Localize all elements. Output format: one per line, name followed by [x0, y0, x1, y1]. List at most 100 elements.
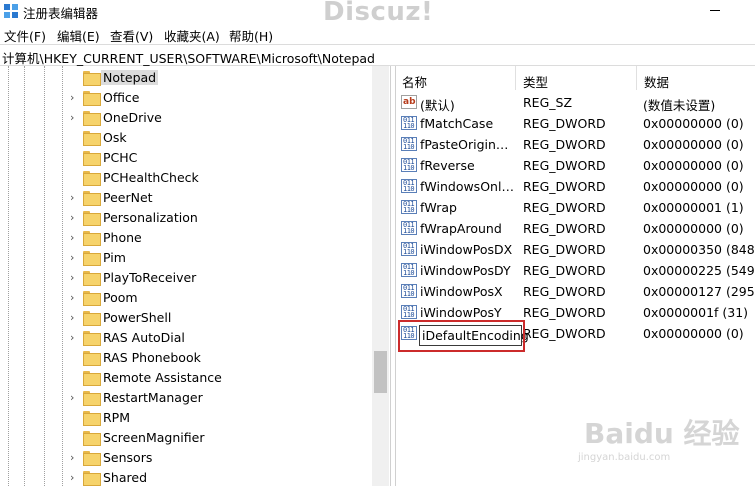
chevron-right-icon[interactable]: ›	[70, 211, 80, 225]
dword-value-icon: 011 110	[401, 158, 417, 172]
tree-item[interactable]: › PowerShell	[70, 308, 370, 328]
value-row[interactable]: 011 110 iWindowPosDY REG_DWORD 0x00000225…	[396, 260, 755, 281]
tree-item[interactable]: › Personalization	[70, 208, 370, 228]
dword-value-icon: 011 110	[401, 116, 417, 130]
folder-icon	[83, 351, 101, 366]
folder-icon	[83, 391, 101, 406]
chevron-right-icon[interactable]: ›	[70, 331, 80, 345]
value-name: iWindowPosX	[420, 284, 503, 299]
tree-item-label: PeerNet	[103, 190, 153, 205]
value-data: 0x00000000 (0)	[643, 158, 744, 173]
tree-item[interactable]: › Shared	[70, 468, 370, 486]
minimize-button[interactable]	[700, 0, 730, 22]
baidu-watermark: Baidu 经验	[584, 417, 740, 450]
value-row[interactable]: 011 110 fMatchCase REG_DWORD 0x00000000 (…	[396, 113, 755, 134]
value-data: 0x00000000 (0)	[643, 137, 744, 152]
menu-help[interactable]: 帮助(H)	[229, 26, 273, 45]
tree-item-label: RPM	[103, 410, 131, 425]
tree-item[interactable]: PCHC	[70, 148, 370, 168]
string-value-icon: ab	[401, 95, 417, 109]
tree-item[interactable]: › OneDrive	[70, 108, 370, 128]
value-data: (数值未设置)	[643, 98, 716, 113]
tree-item-label: Notepad	[101, 70, 159, 85]
chevron-right-icon[interactable]: ›	[70, 191, 80, 205]
tree-item[interactable]: Remote Assistance	[70, 368, 370, 388]
menu-view[interactable]: 查看(V)	[110, 26, 153, 45]
menu-edit[interactable]: 编辑(E)	[57, 26, 100, 45]
folder-icon	[83, 431, 101, 446]
chevron-right-icon[interactable]: ›	[70, 91, 80, 105]
value-name: fWindowsOnly...	[420, 179, 516, 194]
value-row[interactable]: 011 110 fPasteOriginal... REG_DWORD 0x000…	[396, 134, 755, 155]
tree-guide-line	[62, 66, 63, 486]
menu-favorites[interactable]: 收藏夹(A)	[164, 26, 220, 45]
tree-item[interactable]: › Sensors	[70, 448, 370, 468]
tree-item[interactable]: › RestartManager	[70, 388, 370, 408]
tree-item[interactable]: ScreenMagnifier	[70, 428, 370, 448]
column-header-type[interactable]: 类型	[517, 66, 637, 90]
folder-icon	[83, 111, 101, 126]
value-data: 0x00000000 (0)	[643, 179, 744, 194]
value-row[interactable]: ab (默认) REG_SZ (数值未设置)	[396, 92, 755, 113]
window-title: 注册表编辑器	[23, 6, 99, 21]
value-name: iWindowPosDY	[420, 263, 511, 278]
tree-item-label: PowerShell	[103, 310, 172, 325]
value-row[interactable]: 011 110 iWindowPosX REG_DWORD 0x00000127 …	[396, 281, 755, 302]
value-type: REG_DWORD	[523, 116, 606, 131]
chevron-right-icon[interactable]: ›	[70, 391, 80, 405]
tree-item[interactable]: PCHealthCheck	[70, 168, 370, 188]
value-data: 0x00000001 (1)	[643, 200, 744, 215]
column-header-name[interactable]: 名称	[396, 66, 516, 90]
tree-item-notepad[interactable]: Notepad	[70, 68, 370, 88]
value-type: REG_DWORD	[523, 326, 606, 341]
folder-icon	[83, 371, 101, 386]
folder-icon	[83, 271, 101, 286]
chevron-right-icon[interactable]: ›	[70, 271, 80, 285]
address-bar[interactable]: 计算机\HKEY_CURRENT_USER\SOFTWARE\Microsoft…	[0, 44, 755, 66]
value-row[interactable]: 011 110 iWindowPosDX REG_DWORD 0x00000350…	[396, 239, 755, 260]
address-path[interactable]: 计算机\HKEY_CURRENT_USER\SOFTWARE\Microsoft…	[2, 48, 375, 67]
menu-bar: 文件(F) 编辑(E) 查看(V) 收藏夹(A) 帮助(H)	[0, 22, 755, 44]
tree-item[interactable]: RAS Phonebook	[70, 348, 370, 368]
tree-scrollbar[interactable]	[372, 66, 389, 486]
tree-item[interactable]: › RAS AutoDial	[70, 328, 370, 348]
folder-icon	[83, 471, 101, 486]
folder-icon	[83, 251, 101, 266]
folder-icon	[83, 331, 101, 346]
tree-item[interactable]: › Poom	[70, 288, 370, 308]
value-row[interactable]: 011 110 fReverse REG_DWORD 0x00000000 (0)	[396, 155, 755, 176]
chevron-right-icon[interactable]: ›	[70, 231, 80, 245]
tree-item[interactable]: › PeerNet	[70, 188, 370, 208]
value-type: REG_DWORD	[523, 263, 606, 278]
tree-item[interactable]: RPM	[70, 408, 370, 428]
tree-item[interactable]: › Pim	[70, 248, 370, 268]
tree-item-label: RAS AutoDial	[103, 330, 185, 345]
value-row[interactable]: 011 110 fWrapAround REG_DWORD 0x00000000 …	[396, 218, 755, 239]
value-name: fMatchCase	[420, 116, 494, 131]
chevron-right-icon[interactable]: ›	[70, 451, 80, 465]
tree-item-label: Osk	[103, 130, 127, 145]
dword-value-icon: 011 110	[401, 284, 417, 298]
chevron-right-icon[interactable]: ›	[70, 251, 80, 265]
chevron-right-icon[interactable]: ›	[70, 311, 80, 325]
folder-icon	[83, 291, 101, 306]
key-tree: Notepad › Office › OneDrive Osk PCHC PCH…	[0, 66, 390, 486]
column-header-data[interactable]: 数据	[638, 66, 755, 90]
tree-guide-line	[8, 66, 9, 486]
chevron-right-icon[interactable]: ›	[70, 291, 80, 305]
tree-item-label: Office	[103, 90, 140, 105]
tree-item[interactable]: › Office	[70, 88, 370, 108]
tree-item[interactable]: › Phone	[70, 228, 370, 248]
value-data: 0x00000000 (0)	[643, 116, 744, 131]
value-type: REG_DWORD	[523, 179, 606, 194]
menu-file[interactable]: 文件(F)	[4, 26, 46, 45]
tree-item[interactable]: › PlayToReceiver	[70, 268, 370, 288]
scrollbar-thumb[interactable]	[374, 351, 387, 393]
tree-item-label: ScreenMagnifier	[103, 430, 205, 445]
chevron-right-icon[interactable]: ›	[70, 471, 80, 485]
value-row[interactable]: 011 110 fWindowsOnly... REG_DWORD 0x00000…	[396, 176, 755, 197]
value-row[interactable]: 011 110 fWrap REG_DWORD 0x00000001 (1)	[396, 197, 755, 218]
tree-item[interactable]: Osk	[70, 128, 370, 148]
chevron-right-icon[interactable]: ›	[70, 111, 80, 125]
tree-item-label: PlayToReceiver	[103, 270, 197, 285]
